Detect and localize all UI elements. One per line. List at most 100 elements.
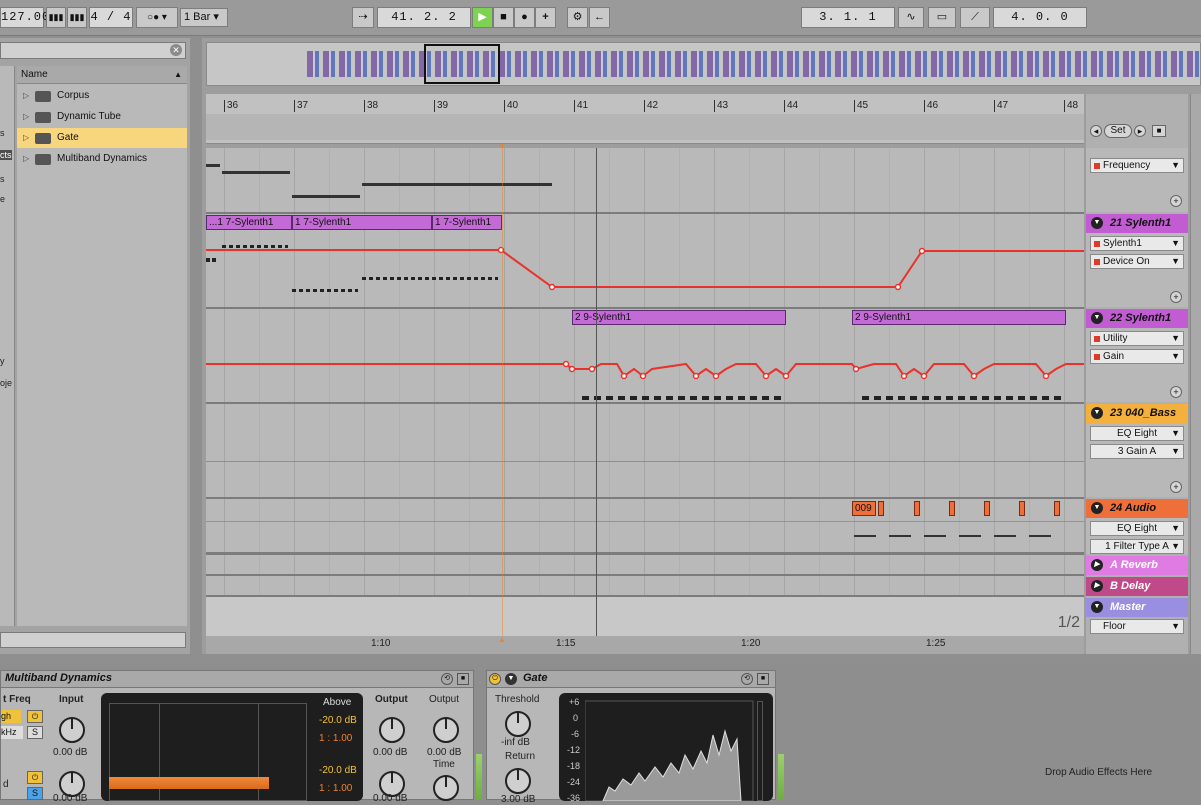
threshold-knob[interactable] bbox=[505, 711, 531, 737]
save-preset-icon[interactable]: ■ bbox=[757, 673, 769, 685]
add-locator-icon[interactable]: ◂ bbox=[1090, 125, 1102, 137]
metronome-icon[interactable]: ○● ▾ bbox=[136, 7, 178, 28]
automation-param-select[interactable]: 1 Filter Type A ▼ bbox=[1090, 539, 1184, 554]
expand-icon[interactable]: ▷ bbox=[23, 149, 29, 169]
device-select[interactable]: EQ Eight ▼ bbox=[1090, 521, 1184, 536]
stop-button[interactable]: ■ bbox=[493, 7, 514, 28]
places-fragment[interactable]: s bbox=[0, 174, 5, 184]
punch-out-icon[interactable]: ⟋ bbox=[960, 7, 990, 28]
master-track[interactable]: ▼ Master bbox=[1086, 598, 1188, 617]
track-header-22[interactable]: ▼ 22 Sylenth1 Utility ▼ Gain ▼ + bbox=[1086, 309, 1188, 402]
expand-icon[interactable]: ▷ bbox=[23, 107, 29, 127]
output-knob[interactable] bbox=[379, 717, 405, 743]
add-lane-icon[interactable]: + bbox=[1170, 481, 1182, 493]
device-power-icon[interactable]: ⏻ bbox=[489, 673, 501, 685]
fold-track-icon[interactable]: ▼ bbox=[1091, 601, 1103, 613]
automation-param-select[interactable]: Device On ▼ bbox=[1090, 254, 1184, 269]
master-param-select[interactable]: Floor ▼ bbox=[1090, 619, 1184, 634]
automation-arm-icon[interactable]: ⚙ bbox=[567, 7, 588, 28]
band-activator-icon[interactable]: ⏻ bbox=[27, 710, 43, 723]
fold-track-icon[interactable]: ▶ bbox=[1091, 559, 1103, 571]
position-field[interactable]: 41. 2. 2 bbox=[377, 7, 471, 28]
automation-envelope-21[interactable] bbox=[206, 249, 1084, 288]
master-output-value[interactable]: 0.00 dB bbox=[427, 747, 461, 758]
loop-length-field[interactable]: 4. 0. 0 bbox=[993, 7, 1087, 28]
fold-track-icon[interactable]: ▼ bbox=[1091, 502, 1103, 514]
band-high-button[interactable]: gh bbox=[1, 710, 21, 723]
above-ratio-value[interactable]: 1 : 1.00 bbox=[319, 733, 352, 744]
input-knob[interactable] bbox=[59, 717, 85, 743]
fold-track-icon[interactable]: ▼ bbox=[1091, 407, 1103, 419]
time-knob[interactable] bbox=[433, 775, 459, 801]
output-value[interactable]: 0.00 dB bbox=[373, 747, 407, 758]
browser-search[interactable]: ✕ bbox=[0, 42, 186, 59]
browser-item[interactable]: ▷ Multiband Dynamics bbox=[17, 149, 187, 169]
tempo-field[interactable]: 127.00 bbox=[0, 7, 49, 28]
automation-param-select[interactable]: 3 Gain A ▼ bbox=[1090, 444, 1184, 459]
add-lane-icon[interactable]: + bbox=[1170, 195, 1182, 207]
track-header-partial[interactable]: Frequency ▼ + bbox=[1086, 148, 1188, 212]
device-title-bar[interactable]: Multiband Dynamics ⟲ ■ bbox=[1, 671, 473, 688]
above-threshold-value[interactable]: -20.0 dB bbox=[319, 765, 357, 776]
hot-swap-icon[interactable]: ⟲ bbox=[741, 673, 753, 685]
browser-preview-bar[interactable] bbox=[0, 632, 186, 648]
add-lane-icon[interactable]: + bbox=[1170, 386, 1182, 398]
next-locator-icon[interactable]: ▸ bbox=[1134, 125, 1146, 137]
track-header-24[interactable]: ▼ 24 Audio EQ Eight ▼ 1 Filter Type A ▼ bbox=[1086, 499, 1188, 554]
gate-display[interactable]: +6 0 -6 -12 -18 -24 -36 bbox=[559, 693, 773, 801]
threshold-value[interactable]: -inf dB bbox=[501, 737, 530, 748]
overdub-button[interactable]: + bbox=[535, 7, 556, 28]
column-header[interactable]: Name ▲ bbox=[17, 66, 187, 84]
browser-item-selected[interactable]: ▷ Gate bbox=[17, 128, 187, 148]
band-activator-icon[interactable]: ⏻ bbox=[27, 771, 43, 784]
track-header-23[interactable]: ▼ 23 040_Bass EQ Eight ▼ 3 Gain A ▼ + bbox=[1086, 404, 1188, 497]
browser-item[interactable]: ▷ Dynamic Tube bbox=[17, 107, 187, 127]
above-ratio-value[interactable]: 1 : 1.00 bbox=[319, 783, 352, 794]
quantize-select[interactable]: 1 Bar ▾ bbox=[180, 8, 228, 27]
loop-bar[interactable] bbox=[206, 114, 1084, 140]
fold-device-icon[interactable]: ▼ bbox=[505, 673, 517, 685]
solo-button[interactable]: S bbox=[27, 787, 43, 800]
back-to-arrangement-icon[interactable]: ← bbox=[589, 7, 610, 28]
time-ruler[interactable]: 1:10 1:15 1:20 1:25 bbox=[206, 636, 1084, 654]
loop-start-field[interactable]: 3. 1. 1 bbox=[801, 7, 895, 28]
track-title[interactable]: ▼ 22 Sylenth1 bbox=[1086, 309, 1188, 328]
input-value[interactable]: 0.00 dB bbox=[53, 747, 87, 758]
band-display[interactable]: Above -20.0 dB 1 : 1.00 -20.0 dB 1 : 1.0… bbox=[101, 693, 363, 801]
automation-param-select[interactable]: Frequency ▼ bbox=[1090, 158, 1184, 173]
track-title[interactable]: ▼ 21 Sylenth1 bbox=[1086, 214, 1188, 233]
track-title[interactable]: ▼ 23 040_Bass bbox=[1086, 404, 1188, 423]
places-fragment[interactable]: e bbox=[0, 194, 5, 204]
master-output-knob[interactable] bbox=[433, 717, 459, 743]
solo-button[interactable]: S bbox=[27, 726, 43, 739]
search-input[interactable] bbox=[1, 43, 185, 58]
browser-item[interactable]: ▷ Corpus bbox=[17, 86, 187, 106]
return-knob[interactable] bbox=[505, 768, 531, 794]
loop-switch-icon[interactable]: ▭ bbox=[928, 7, 956, 28]
device-select[interactable]: Utility ▼ bbox=[1090, 331, 1184, 346]
places-fragment[interactable]: s bbox=[0, 128, 5, 138]
output-value[interactable]: 0.00 dB bbox=[373, 793, 407, 804]
return-track-a[interactable]: ▶ A Reverb bbox=[1086, 556, 1188, 575]
overview-strip[interactable] bbox=[206, 42, 1201, 86]
expand-icon[interactable]: ▷ bbox=[23, 86, 29, 106]
places-fragment[interactable]: oje bbox=[0, 378, 12, 388]
track-title[interactable]: ▼ 24 Audio bbox=[1086, 499, 1188, 518]
track-header-21[interactable]: ▼ 21 Sylenth1 Sylenth1 ▼ Device On ▼ + bbox=[1086, 214, 1188, 307]
follow-icon[interactable]: ⇢ bbox=[352, 7, 374, 28]
record-button[interactable]: ● bbox=[514, 7, 535, 28]
fold-track-icon[interactable]: ▼ bbox=[1091, 312, 1103, 324]
page-indicator[interactable]: 1/2 bbox=[1058, 614, 1080, 632]
play-button[interactable]: ▶ bbox=[472, 7, 493, 28]
set-locator-button[interactable]: Set bbox=[1104, 124, 1132, 138]
playhead[interactable] bbox=[596, 148, 597, 636]
nudge-icon[interactable]: ▮▮▮ bbox=[67, 7, 87, 28]
places-fragment[interactable]: y bbox=[0, 356, 5, 366]
device-select[interactable]: Sylenth1 ▼ bbox=[1090, 236, 1184, 251]
return-track-b[interactable]: ▶ B Delay bbox=[1086, 577, 1188, 596]
tap-tempo-icon[interactable]: ▮▮▮ bbox=[46, 7, 66, 28]
fold-track-icon[interactable]: ▶ bbox=[1091, 580, 1103, 592]
save-preset-icon[interactable]: ■ bbox=[457, 673, 469, 685]
device-select[interactable]: EQ Eight ▼ bbox=[1090, 426, 1184, 441]
expand-icon[interactable]: ▷ bbox=[23, 128, 29, 148]
